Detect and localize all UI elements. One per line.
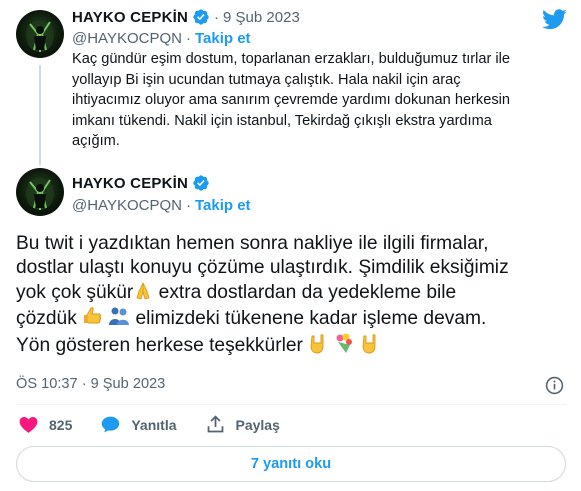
main-text-segment: Yön gösteren herkese teşekkürler <box>16 334 309 356</box>
main-text-line: dostlar ulaştı konuyu çözüme ulaştırdık.… <box>16 257 509 279</box>
info-icon[interactable] <box>545 376 564 395</box>
main-text-line: çözdük elimizdeki tükenene kadar işleme … <box>16 305 572 331</box>
main-text-segment: extra dostlardan da yedekleme bile <box>153 281 457 303</box>
bouquet-emoji-icon <box>336 333 353 353</box>
reply-label: Yanıtla <box>131 416 177 433</box>
heart-icon <box>19 416 38 433</box>
thread-connector-line <box>39 65 41 165</box>
quoted-tweet-text: Kaç gündür eşim dostum, toparlanan erzak… <box>72 49 562 152</box>
people-hugging-emoji-icon <box>109 307 130 326</box>
share-icon <box>207 415 223 433</box>
share-button[interactable]: Paylaş <box>205 414 280 435</box>
main-text-line: yok çok şükür extra dostlardan da yedekl… <box>16 281 572 305</box>
quoted-avatar[interactable] <box>16 10 64 58</box>
read-replies-button[interactable]: 7 yanıtı oku <box>16 446 566 482</box>
main-text-line: Yön gösteren herkese teşekkürler <box>16 332 572 358</box>
tweet-timestamp[interactable]: ÖS 10:37 · 9 Şub 2023 <box>16 376 165 392</box>
quoted-text-line: açığım. <box>72 133 120 150</box>
like-count: 825 <box>49 416 73 433</box>
quoted-text-line: yollayıp Bi işin ucundan tutmaya çalıştı… <box>72 71 461 88</box>
quoted-display-name[interactable]: HAYKO CEPKİN <box>72 9 188 26</box>
verified-badge-icon <box>193 9 209 25</box>
divider <box>16 404 566 405</box>
like-button[interactable]: 825 <box>18 414 72 435</box>
main-follow-button[interactable]: Takip et <box>195 197 251 214</box>
handle-separator: · <box>185 197 191 214</box>
main-text-segment: yok çok şükür <box>16 281 134 303</box>
main-avatar[interactable] <box>16 168 64 216</box>
quoted-text-line: ihtiyacımız oluyor ama sanırım çevremde … <box>72 92 510 109</box>
main-text-line: Bu twit i yazdıktan hemen sonra nakliye … <box>16 233 489 254</box>
quoted-text-line: imkanı tükendi. Nakil için istanbul, Tek… <box>72 112 492 129</box>
main-text-segment: elimizdeki tükenene kadar işleme devam. <box>130 308 487 330</box>
quoted-follow-button[interactable]: Takip et <box>195 30 251 47</box>
action-bar: 825 Yanıtla Paylaş <box>18 414 308 435</box>
thumbs-up-emoji-icon <box>84 307 102 324</box>
main-handle[interactable]: @HAYKOCPQN <box>72 197 182 214</box>
folded-hands-emoji-icon <box>136 281 150 300</box>
verified-badge-icon <box>193 175 209 191</box>
sign-of-horns-emoji-icon <box>362 334 376 354</box>
share-label: Paylaş <box>235 416 280 433</box>
twitter-bird-icon[interactable] <box>542 9 567 30</box>
quoted-text-line: Kaç gündür eşim dostum, toparlanan erzak… <box>72 51 511 67</box>
main-display-name[interactable]: HAYKO CEPKİN <box>72 175 188 192</box>
quoted-time[interactable]: 9 Şub 2023 <box>223 9 300 26</box>
main-tweet-text: Bu twit i yazdıktan hemen sonra nakliye … <box>16 232 572 358</box>
reply-button[interactable]: Yanıtla <box>100 414 177 435</box>
sign-of-horns-emoji-icon <box>310 334 324 354</box>
time-separator: · <box>214 8 220 26</box>
handle-separator: · <box>185 30 191 47</box>
reply-bubble-icon <box>102 416 120 433</box>
main-text-segment: çözdük <box>16 308 83 330</box>
quoted-handle[interactable]: @HAYKOCPQN <box>72 30 182 47</box>
